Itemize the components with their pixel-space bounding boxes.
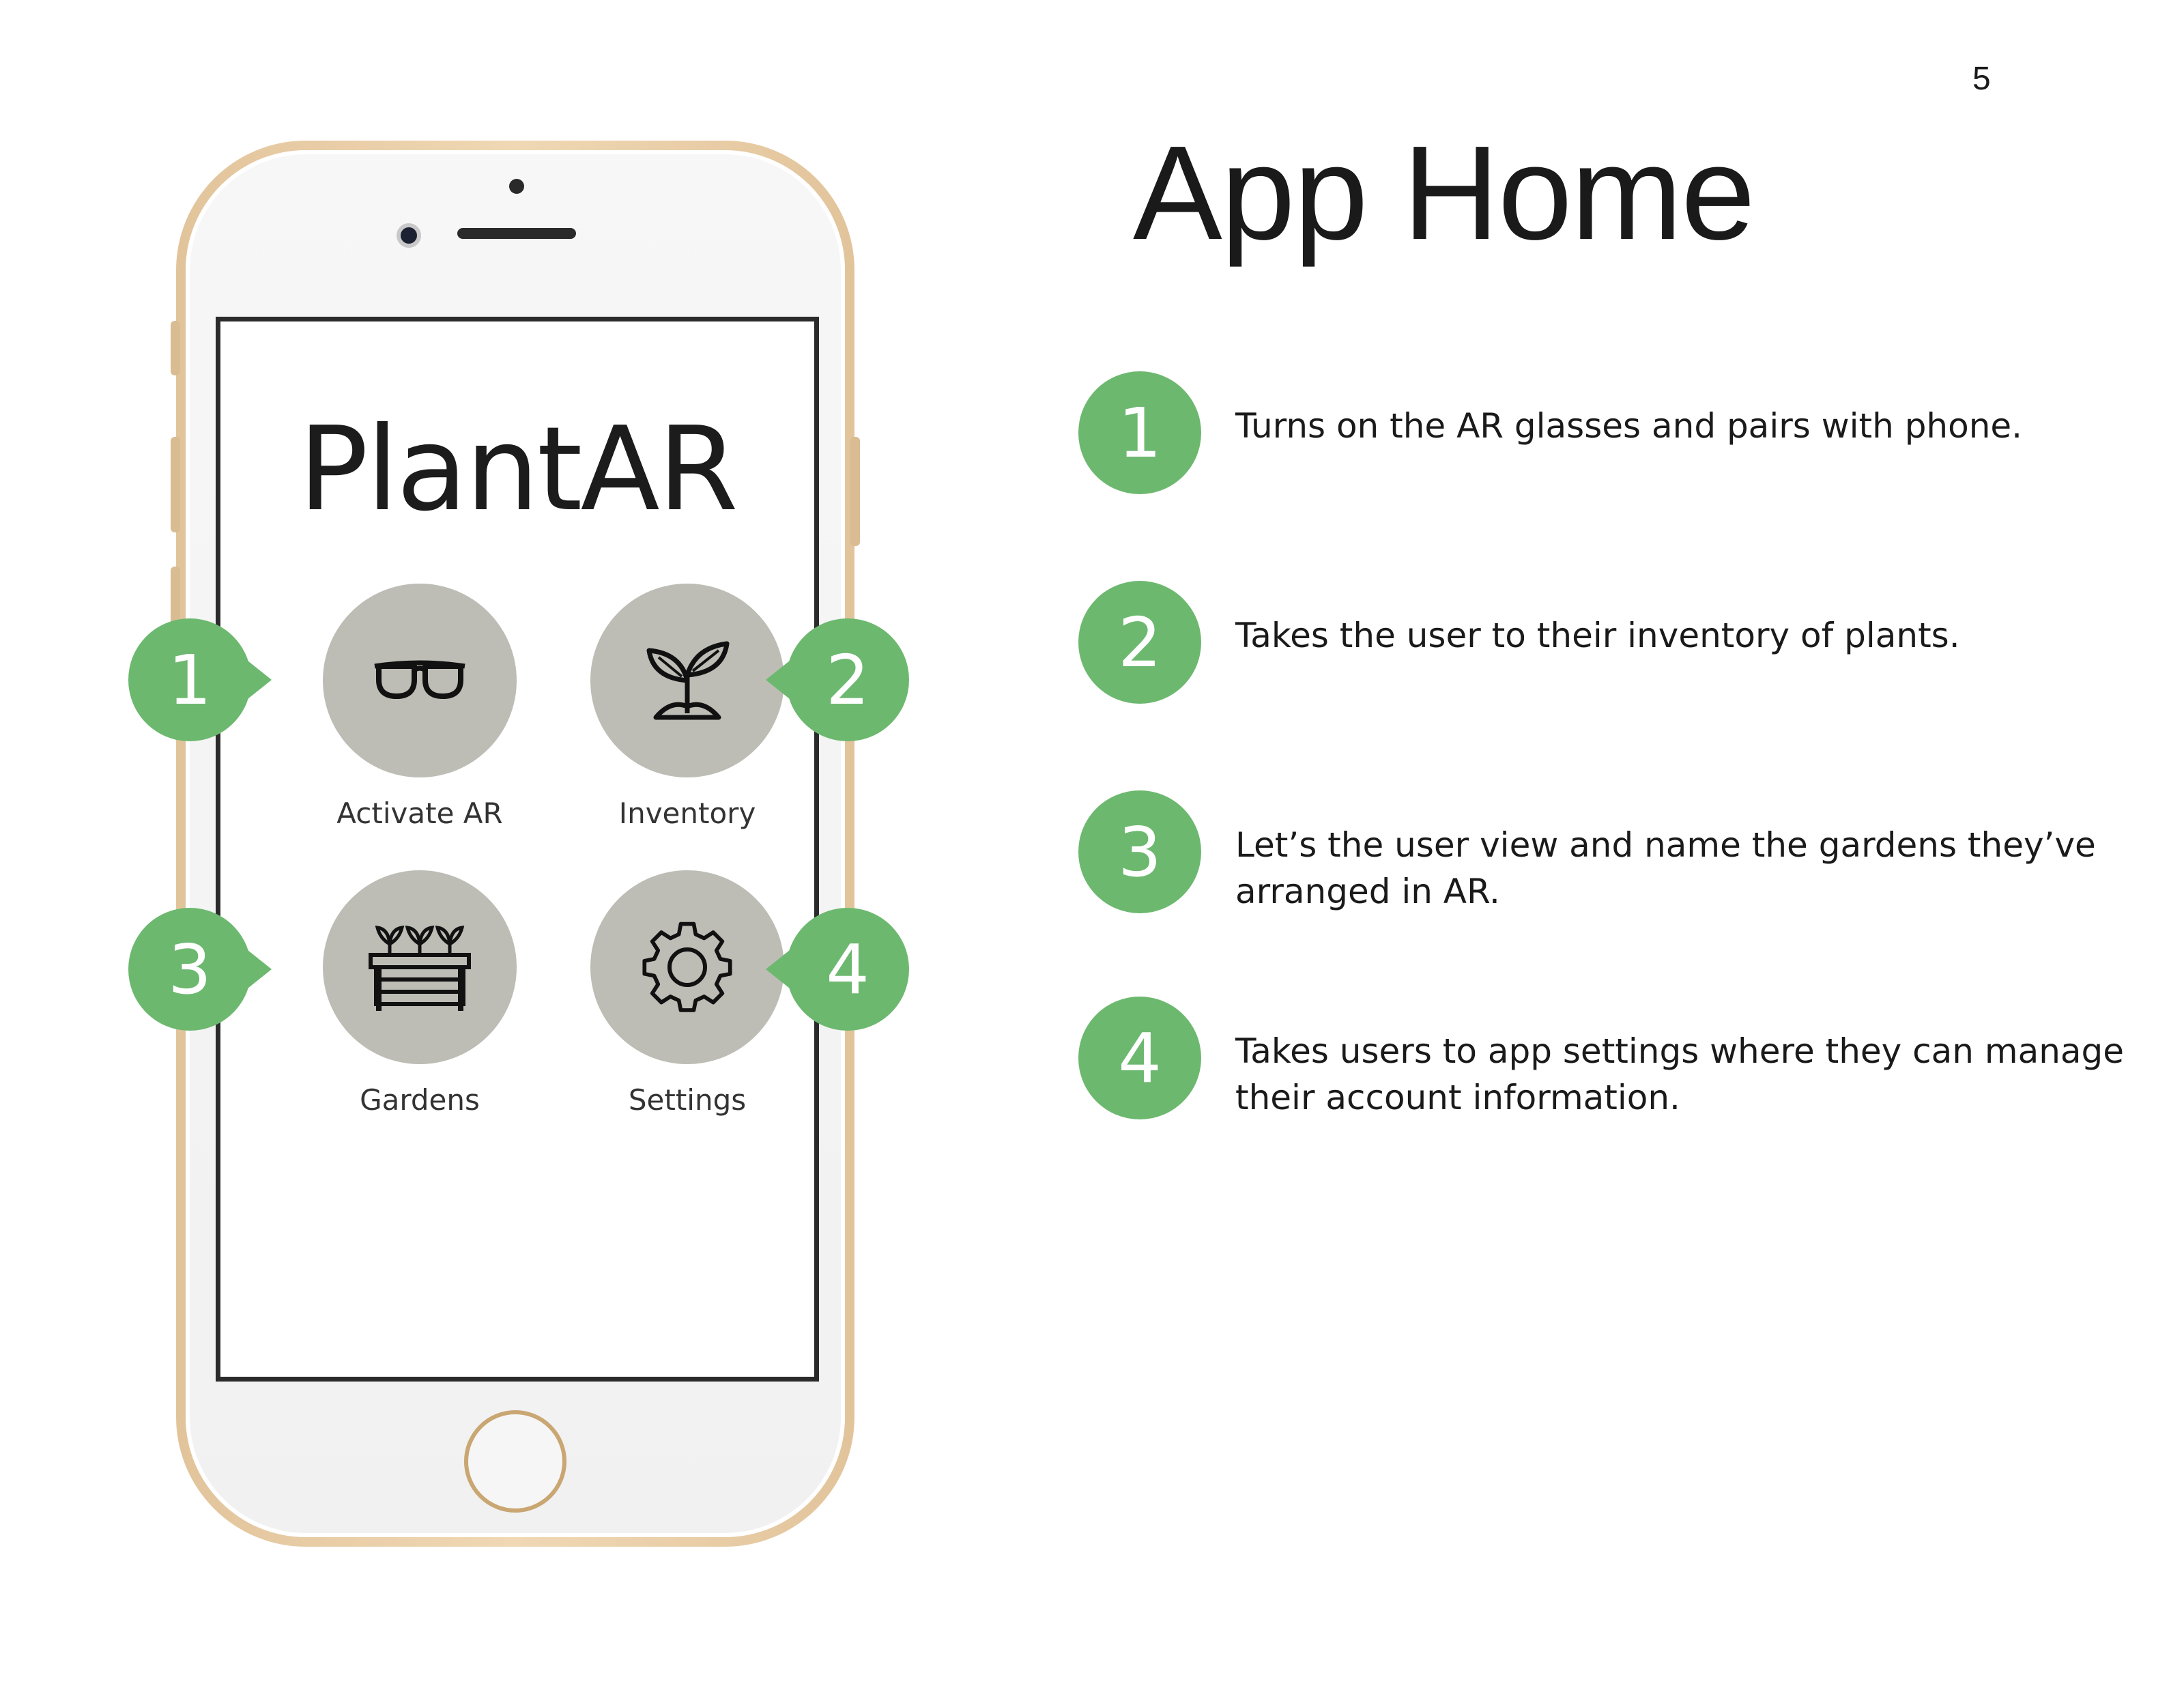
legend-description: Takes the user to their inventory of pla… bbox=[1235, 616, 1960, 655]
inventory-label: Inventory bbox=[618, 797, 756, 830]
page-title: App Home bbox=[1133, 118, 1755, 268]
earpiece-speaker bbox=[457, 228, 576, 239]
legend-description: Let’s the user view and name the gardens… bbox=[1235, 825, 2096, 911]
legend-number-badge: 4 bbox=[1078, 997, 1201, 1119]
gardens-button[interactable]: Gardens bbox=[283, 870, 556, 1117]
settings-button[interactable]: Settings bbox=[551, 870, 824, 1117]
activate-ar-button[interactable]: Activate AR bbox=[283, 584, 556, 830]
page-number: 5 bbox=[1972, 61, 1991, 97]
callout-marker-4: 4 bbox=[766, 908, 909, 1031]
activate-ar-circle[interactable] bbox=[323, 584, 517, 777]
legend-item: 4 Takes users to app settings where they… bbox=[1078, 997, 2143, 1119]
settings-circle[interactable] bbox=[590, 870, 784, 1064]
sprout-icon bbox=[646, 641, 730, 720]
app-screen: PlantAR Activate AR Inventory Gardens Se… bbox=[216, 317, 819, 1382]
legend-description: Turns on the AR glasses and pairs with p… bbox=[1235, 406, 2023, 446]
glasses-icon bbox=[374, 660, 465, 699]
legend-item: 1 Turns on the AR glasses and pairs with… bbox=[1078, 371, 2143, 494]
legend-description: Takes users to app settings where they c… bbox=[1235, 1031, 2125, 1117]
inventory-circle[interactable] bbox=[590, 584, 784, 777]
gardens-circle[interactable] bbox=[323, 870, 517, 1064]
garden-box-icon bbox=[369, 926, 471, 1011]
inventory-button[interactable]: Inventory bbox=[551, 584, 824, 830]
legend-number-badge: 3 bbox=[1078, 790, 1201, 913]
app-logo-title: PlantAR bbox=[298, 402, 738, 537]
phone-side-button bbox=[171, 321, 180, 375]
callout-marker-1: 1 bbox=[128, 618, 272, 741]
callout-marker-3: 3 bbox=[128, 908, 272, 1031]
home-button[interactable] bbox=[464, 1410, 566, 1513]
activate-ar-label: Activate AR bbox=[336, 797, 503, 830]
phone-volume-up-button bbox=[171, 437, 180, 532]
legend-number-badge: 2 bbox=[1078, 581, 1201, 704]
proximity-sensor bbox=[509, 179, 524, 194]
gear-icon bbox=[642, 921, 732, 1012]
callout-marker-2: 2 bbox=[766, 618, 909, 741]
front-camera-icon bbox=[397, 223, 421, 248]
settings-label: Settings bbox=[628, 1083, 747, 1117]
phone-power-button bbox=[850, 437, 860, 546]
legend-item: 2 Takes the user to their inventory of p… bbox=[1078, 581, 2143, 704]
legend-item: 3 Let’s the user view and name the garde… bbox=[1078, 790, 2143, 913]
gardens-label: Gardens bbox=[360, 1083, 480, 1117]
legend-number-badge: 1 bbox=[1078, 371, 1201, 494]
